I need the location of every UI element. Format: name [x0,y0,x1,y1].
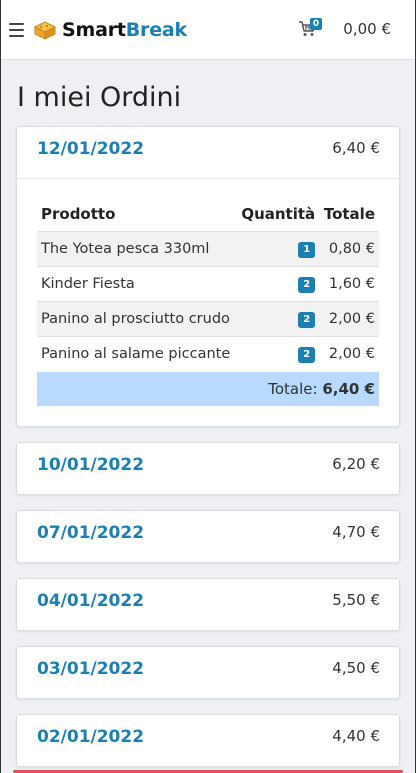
order-total: 6,40 € [332,139,380,157]
order-card: 12/01/2022 6,40 € Prodotto Quantità Tota… [16,126,400,427]
brand-name[interactable]: SmartBreak [62,19,187,41]
item-qty-badge: 2 [298,312,316,328]
item-total: 2,00 € [328,311,375,327]
total-label: Totale: [268,379,318,398]
order-date[interactable]: 07/01/2022 [37,523,144,543]
column-header-product: Prodotto [41,205,116,223]
order-total: 4,50 € [332,658,380,677]
order-card: 07/01/2022 4,70 € [16,509,400,563]
cart-count-badge: 0 [310,18,322,30]
brand-part1: Smart [62,18,126,41]
menu-icon[interactable] [9,22,24,37]
order-date[interactable]: 04/01/2022 [37,591,144,611]
order-total: 4,70 € [332,522,380,541]
order-total: 6,20 € [332,454,380,473]
item-name: Panino al salame piccante [41,346,231,363]
logo-icon [33,20,57,40]
page-title: I miei Ordini [17,82,182,113]
cart-button[interactable]: 0 [298,18,324,40]
order-header[interactable]: 03/01/2022 4,50 € [17,647,399,698]
total-row: Totale: 6,40 € [37,371,379,406]
item-name: The Yotea pesca 330ml [41,241,210,257]
table-row: The Yotea pesca 330ml 1 0,80 € [37,231,379,267]
item-name: Kinder Fiesta [41,276,135,292]
order-card: 10/01/2022 6,20 € [16,441,400,495]
table-row: Kinder Fiesta 2 1,60 € [37,266,379,302]
order-items-table: Prodotto Quantità Totale The Yotea pesca… [37,205,379,406]
order-header[interactable]: 02/01/2022 4,40 € [17,715,399,766]
table-row: Panino al prosciutto crudo 2 2,00 € [37,301,379,337]
order-header[interactable]: 10/01/2022 6,20 € [17,443,399,494]
cart-total[interactable]: 0,00 € [343,20,391,38]
brand-part2: Break [125,18,187,41]
order-date[interactable]: 02/01/2022 [37,727,144,747]
column-header-total: Totale [323,205,375,223]
item-total: 2,00 € [328,346,375,363]
total-value: 6,40 € [322,379,375,398]
navbar: SmartBreak 0 0,00 € [1,0,415,60]
order-header[interactable]: 07/01/2022 4,70 € [17,511,399,562]
item-qty-badge: 2 [298,277,316,293]
item-qty-badge: 1 [298,242,316,258]
item-total: 1,60 € [328,276,375,292]
order-date[interactable]: 10/01/2022 [37,455,144,475]
column-header-qty: Quantità [241,205,316,223]
order-card: 04/01/2022 5,50 € [16,577,400,631]
order-date[interactable]: 03/01/2022 [37,659,144,679]
order-date[interactable]: 12/01/2022 [37,139,144,159]
table-row: Panino al salame piccante 2 2,00 € [37,336,379,372]
item-qty-badge: 2 [298,347,316,364]
order-details: Prodotto Quantità Totale The Yotea pesca… [17,178,399,426]
order-header[interactable]: 12/01/2022 6,40 € [17,127,399,178]
order-header[interactable]: 04/01/2022 5,50 € [17,579,399,630]
order-total: 4,40 € [332,726,380,745]
item-name: Panino al prosciutto crudo [41,311,230,327]
table-header-row: Prodotto Quantità Totale [37,205,379,232]
item-total: 0,80 € [328,241,375,257]
order-total: 5,50 € [332,590,380,609]
order-card: 02/01/2022 4,40 € [16,713,400,767]
order-card: 03/01/2022 4,50 € [16,645,400,699]
